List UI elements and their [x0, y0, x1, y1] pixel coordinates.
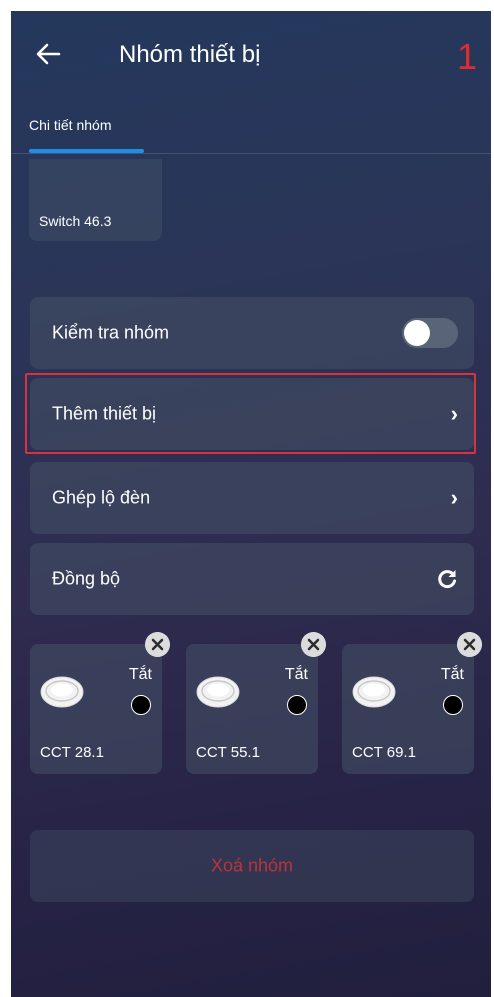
pair-light-label: Ghép lộ đèn [52, 487, 151, 508]
check-group-label: Kiểm tra nhóm [52, 322, 170, 343]
device-status-dot[interactable] [287, 695, 307, 715]
page-title: Nhóm thiết bị [119, 41, 261, 68]
ceiling-light-icon [40, 676, 84, 708]
device-card[interactable]: Tắt CCT 69.1 [342, 632, 482, 774]
device-name: CCT 55.1 [196, 744, 260, 761]
device-name: CCT 28.1 [40, 744, 104, 761]
ceiling-light-icon [196, 676, 240, 708]
switch-card-label: Switch 46.3 [39, 213, 112, 229]
refresh-icon[interactable] [436, 568, 458, 590]
switch-card[interactable]: Switch 46.3 [29, 159, 162, 241]
annotation-number: 1 [456, 36, 477, 77]
app-screen: Nhóm thiết bị 1 Chi tiết nhóm Switch 46.… [11, 11, 491, 997]
ceiling-light-icon [352, 676, 396, 708]
check-group-row: Kiểm tra nhóm [30, 297, 474, 369]
delete-group-label: Xoá nhóm [210, 855, 294, 876]
tab-divider [11, 153, 491, 154]
tab-group-details[interactable]: Chi tiết nhóm [29, 117, 111, 133]
device-card[interactable]: Tắt CCT 28.1 [30, 632, 170, 774]
back-arrow-icon[interactable] [35, 41, 61, 67]
device-state: Tắt [284, 666, 308, 683]
chevron-right-icon: › [450, 485, 458, 510]
header: Nhóm thiết bị 1 Chi tiết nhóm [11, 11, 491, 161]
device-status-dot[interactable] [443, 695, 463, 715]
check-group-toggle-wrapper [402, 318, 458, 348]
delete-group-button[interactable]: Xoá nhóm [30, 830, 474, 902]
close-icon[interactable] [457, 632, 482, 657]
device-status-dot[interactable] [131, 695, 151, 715]
close-icon[interactable] [301, 632, 326, 657]
pair-light-row[interactable]: Ghép lộ đèn › [30, 462, 474, 534]
check-group-toggle[interactable] [402, 318, 458, 348]
close-icon[interactable] [145, 632, 170, 657]
highlight-box [25, 373, 476, 454]
device-state: Tắt [128, 666, 152, 683]
device-state: Tắt [440, 666, 464, 683]
sync-row[interactable]: Đồng bộ [30, 543, 474, 615]
device-card[interactable]: Tắt CCT 55.1 [186, 632, 326, 774]
sync-label: Đồng bộ [52, 568, 121, 589]
device-name: CCT 69.1 [352, 744, 416, 761]
